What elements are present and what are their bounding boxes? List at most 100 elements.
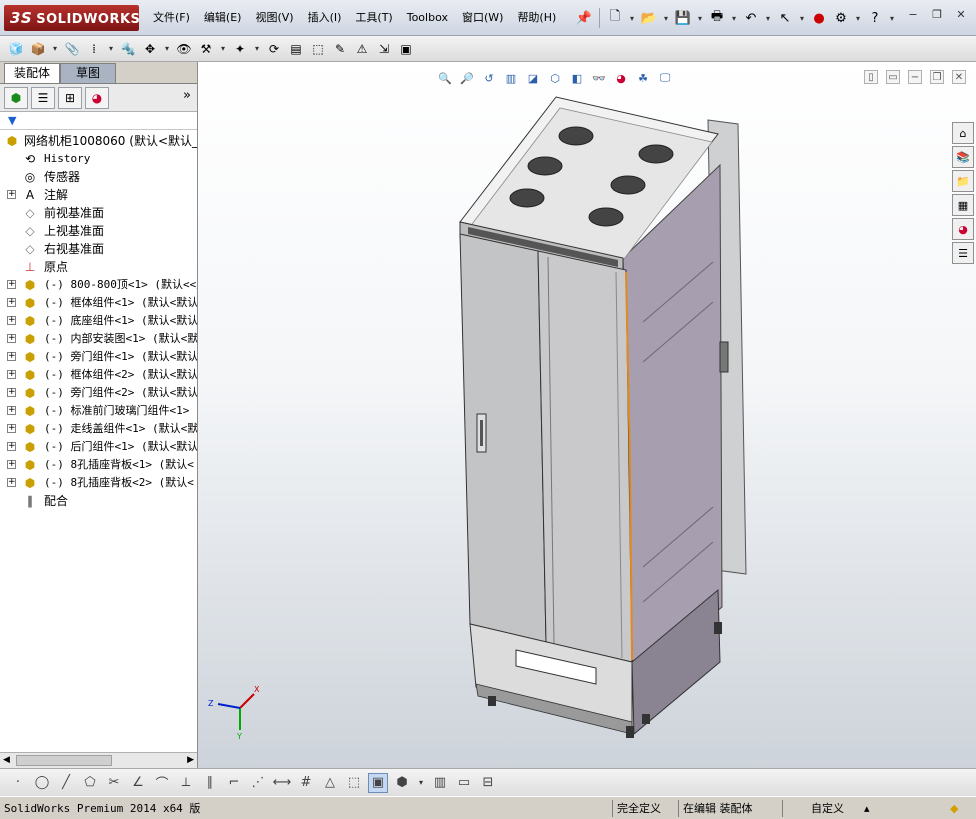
point-icon[interactable]: · xyxy=(8,773,28,793)
help-icon[interactable]: ? xyxy=(865,8,885,28)
expand-plus-icon[interactable]: + xyxy=(7,424,16,433)
scroll-left-icon[interactable]: ◀ xyxy=(3,755,10,765)
select-dropdown-icon[interactable]: ▾ xyxy=(797,8,807,28)
split-vertical-icon[interactable]: ▭ xyxy=(886,70,900,84)
units-arrow-icon[interactable]: ▴ xyxy=(864,800,870,817)
insert-component-icon[interactable]: 📦 xyxy=(28,39,48,59)
undo-dropdown-icon[interactable]: ▾ xyxy=(763,8,773,28)
reference-geometry-icon[interactable]: ✦ xyxy=(230,39,250,59)
tree-item[interactable]: ◎ 传感器 xyxy=(0,168,197,186)
zoom-to-area-icon[interactable]: 🔎 xyxy=(458,69,476,87)
tree-item[interactable]: ⟲ History xyxy=(0,150,197,168)
help-dropdown-icon[interactable]: ▾ xyxy=(887,8,897,28)
single-view-icon[interactable]: ▭ xyxy=(454,773,474,793)
rebuild-traffic-light-icon[interactable]: ● xyxy=(809,8,829,28)
new-motion-study-icon[interactable]: ⟳ xyxy=(264,39,284,59)
two-view-icon[interactable]: ⊟ xyxy=(478,773,498,793)
menu-window[interactable]: 窗口(W) xyxy=(457,7,508,29)
tree-item[interactable]: + ⬢ (-) 8孔插座背板<2> (默认< xyxy=(0,474,197,492)
reference-dropdown-icon[interactable]: ▾ xyxy=(252,39,262,59)
units-selector[interactable]: 自定义 xyxy=(782,800,862,817)
menu-help[interactable]: 帮助(H) xyxy=(512,7,561,29)
menu-toolbox[interactable]: Toolbox xyxy=(402,7,453,29)
edit-component-icon[interactable]: 🧊 xyxy=(6,39,26,59)
new-dropdown-icon[interactable]: ▾ xyxy=(627,8,637,28)
expand-plus-icon[interactable]: + xyxy=(7,388,16,397)
close-icon[interactable]: ✕ xyxy=(954,8,968,22)
open-dropdown-icon[interactable]: ▾ xyxy=(661,8,671,28)
trim-icon[interactable]: ✂ xyxy=(104,773,124,793)
split-horizontal-icon[interactable]: ▯ xyxy=(864,70,878,84)
expand-plus-icon[interactable]: + xyxy=(7,298,16,307)
expand-plus-icon[interactable]: + xyxy=(7,190,16,199)
expand-plus-icon[interactable]: + xyxy=(7,334,16,343)
tree-item[interactable]: ◇ 前视基准面 xyxy=(0,204,197,222)
exploded-view-icon[interactable]: ⬚ xyxy=(308,39,328,59)
shaded-view-icon[interactable]: ▣ xyxy=(368,772,388,793)
view-settings-icon[interactable]: 🖵 xyxy=(656,69,674,87)
tree-root-assembly[interactable]: ⬢ 网络机柜1008060 (默认<默认_显 xyxy=(0,132,197,150)
menu-insert[interactable]: 插入(I) xyxy=(303,7,347,29)
save-icon[interactable]: 💾 xyxy=(673,8,693,28)
dynamic-annotation-icon[interactable]: ◪ xyxy=(524,69,542,87)
undo-icon[interactable]: ↶ xyxy=(741,8,761,28)
tree-item[interactable]: ◇ 右视基准面 xyxy=(0,240,197,258)
tree-item[interactable]: + ⬢ (-) 框体组件<2> (默认<默认 xyxy=(0,366,197,384)
appearances-scenes-icon[interactable]: ◕ xyxy=(952,218,974,240)
features-dropdown-icon[interactable]: ▾ xyxy=(218,39,228,59)
select-arrow-icon[interactable]: ↖ xyxy=(775,8,795,28)
dimension-icon[interactable]: ⟷ xyxy=(272,773,292,793)
options-icon[interactable]: ⚙ xyxy=(831,8,851,28)
instant3d-icon[interactable]: ▣ xyxy=(396,39,416,59)
mate-icon[interactable]: 📎 xyxy=(62,39,82,59)
minimize-icon[interactable]: − xyxy=(906,8,920,22)
solidworks-resources-icon[interactable]: ⌂ xyxy=(952,122,974,144)
pin-icon[interactable]: 📌 xyxy=(574,8,594,28)
previous-view-icon[interactable]: ↺ xyxy=(480,69,498,87)
parallel-icon[interactable]: ∥ xyxy=(200,773,220,793)
interference-detection-icon[interactable]: ⚠ xyxy=(352,39,372,59)
design-library-icon[interactable]: 📚 xyxy=(952,146,974,168)
view-cube-icon[interactable]: ⬢ xyxy=(392,773,412,793)
tree-item[interactable]: + ⬢ (-) 旁门组件<1> (默认<默认 xyxy=(0,348,197,366)
tree-item[interactable]: + ⬢ (-) 8孔插座背板<1> (默认< xyxy=(0,456,197,474)
tree-item[interactable]: + ⬢ (-) 旁门组件<2> (默认<默认 xyxy=(0,384,197,402)
expand-plus-icon[interactable]: + xyxy=(7,280,16,289)
cabinet-model[interactable] xyxy=(198,62,976,768)
configuration-manager-icon[interactable]: ⊞ xyxy=(58,86,82,109)
tab-assembly[interactable]: 装配体 xyxy=(4,63,60,83)
tree-horizontal-scrollbar[interactable]: ◀ ▶ xyxy=(0,752,197,768)
isometric-view-icon[interactable]: ⬚ xyxy=(344,773,364,793)
tab-sketch[interactable]: 草图 xyxy=(60,63,116,83)
tree-item[interactable]: + ⬢ (-) 后门组件<1> (默认<默认 xyxy=(0,438,197,456)
explode-line-sketch-icon[interactable]: ✎ xyxy=(330,39,350,59)
smart-fasteners-icon[interactable]: 🔩 xyxy=(118,39,138,59)
custom-properties-icon[interactable]: ☰ xyxy=(952,242,974,264)
display-style-icon[interactable]: ◧ xyxy=(568,69,586,87)
tree-item[interactable]: + ⬢ (-) 内部安装图<1> (默认<默 xyxy=(0,330,197,348)
viewport-minimize-icon[interactable]: − xyxy=(908,70,922,84)
notification-icon[interactable]: ◆ xyxy=(950,800,958,817)
move-component-icon[interactable]: ✥ xyxy=(140,39,160,59)
linear-pattern-icon[interactable]: ⁞ xyxy=(84,39,104,59)
file-explorer-icon[interactable]: 📁 xyxy=(952,170,974,192)
insert-dropdown-icon[interactable]: ▾ xyxy=(50,39,60,59)
tree-item[interactable]: ∥ 配合 xyxy=(0,492,197,510)
clearance-verification-icon[interactable]: ⇲ xyxy=(374,39,394,59)
hide-show-items-icon[interactable]: 👓 xyxy=(590,69,608,87)
construction-line-icon[interactable]: ⋰ xyxy=(248,773,268,793)
expand-plus-icon[interactable]: + xyxy=(7,406,16,415)
expand-plus-icon[interactable]: + xyxy=(7,478,16,487)
view-cube-dropdown-icon[interactable]: ▾ xyxy=(416,773,426,793)
move-dropdown-icon[interactable]: ▾ xyxy=(162,39,172,59)
expand-plus-icon[interactable]: + xyxy=(7,442,16,451)
edit-appearance-icon[interactable]: ◕ xyxy=(612,69,630,87)
menu-edit[interactable]: 编辑(E) xyxy=(199,7,247,29)
property-manager-icon[interactable]: ☰ xyxy=(31,86,55,109)
expand-plus-icon[interactable]: + xyxy=(7,352,16,361)
triangle-icon[interactable]: △ xyxy=(320,773,340,793)
tree-item[interactable]: + ⬢ (-) 底座组件<1> (默认<默认 xyxy=(0,312,197,330)
feature-manager-icon[interactable]: ⬢ xyxy=(4,86,28,109)
restore-icon[interactable]: ❐ xyxy=(930,8,944,22)
scroll-right-icon[interactable]: ▶ xyxy=(187,755,194,765)
